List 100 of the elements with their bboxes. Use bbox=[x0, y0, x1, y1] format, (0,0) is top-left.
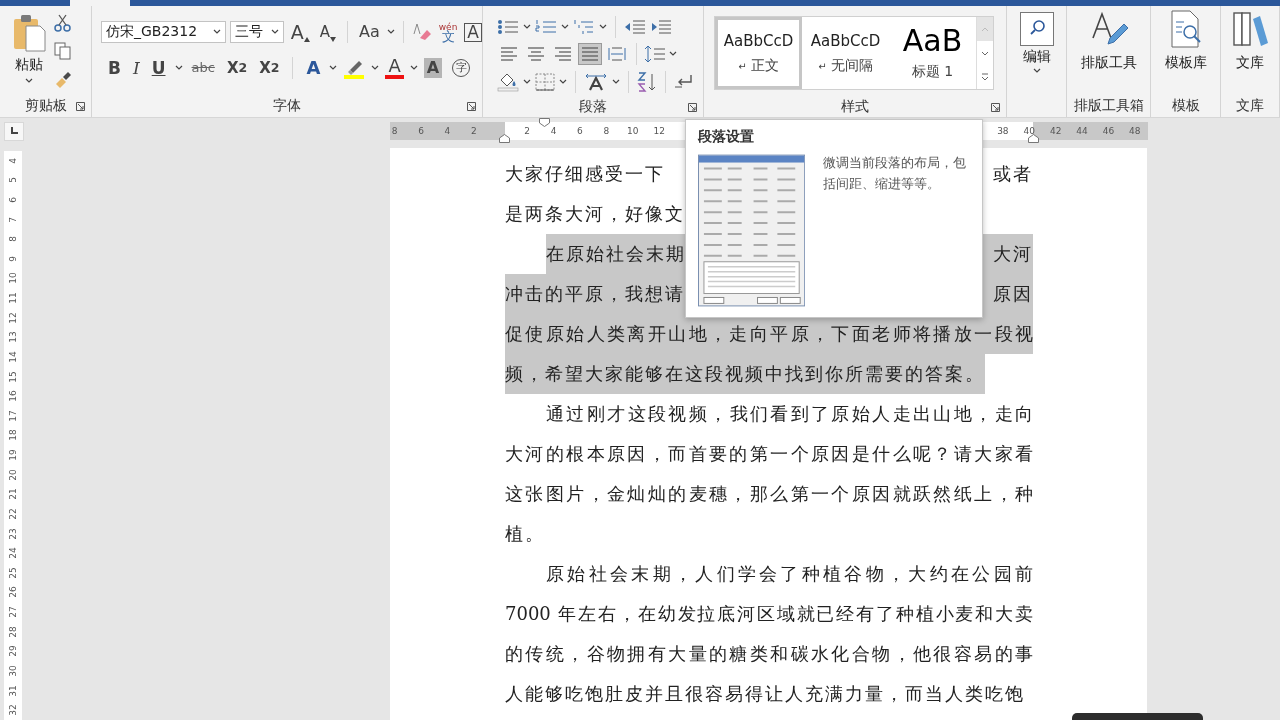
ruler-number: 6 bbox=[576, 126, 584, 136]
text-line: 或者 bbox=[993, 162, 1033, 186]
ruler-number: 2 bbox=[469, 126, 478, 136]
brush-icon[interactable] bbox=[54, 70, 72, 88]
line-spacing-icon[interactable] bbox=[644, 45, 666, 63]
ruler-number: 38 bbox=[996, 126, 1010, 136]
caret-up-icon bbox=[303, 37, 310, 42]
increase-indent-icon[interactable] bbox=[650, 19, 672, 35]
font-size-value: 三号 bbox=[234, 23, 263, 41]
ruler-number: 23 bbox=[8, 527, 18, 540]
group-label: 剪贴板 bbox=[24, 97, 67, 115]
decrease-indent-icon[interactable] bbox=[624, 19, 646, 35]
text-line: 原因 bbox=[993, 282, 1033, 306]
group-label: 样式 bbox=[841, 97, 869, 116]
text-line: 的传统，谷物拥有大量的糖类和碳水化合物，他很容易的事 bbox=[505, 642, 1033, 666]
dialog-launcher-icon[interactable] bbox=[76, 102, 85, 111]
change-case-button[interactable]: Aa bbox=[356, 22, 383, 42]
ruler-number: 28 bbox=[8, 625, 18, 638]
multilevel-list-icon[interactable] bbox=[573, 19, 595, 35]
style-name: 无间隔 bbox=[830, 57, 873, 75]
text-line: 大家仔细感受一下 bbox=[505, 162, 665, 186]
ruler-number: 21 bbox=[8, 488, 18, 501]
align-center-icon bbox=[527, 46, 545, 62]
tooltip-title: 段落设置 bbox=[698, 128, 755, 146]
font-color-button[interactable]: A bbox=[385, 57, 404, 79]
ruler-number: 22 bbox=[8, 508, 18, 520]
library-button[interactable]: 文库 bbox=[1232, 6, 1268, 95]
underline-button[interactable]: U bbox=[148, 58, 169, 78]
grow-font-button[interactable]: A bbox=[287, 22, 313, 42]
right-indent-marker[interactable] bbox=[1028, 134, 1039, 143]
text-line: 原始社会末期，人们学会了种植谷物，大约在公园前 bbox=[546, 562, 1033, 586]
ruler-number: 25 bbox=[8, 567, 18, 579]
ruler-number: 2 bbox=[523, 126, 532, 136]
tab-stop-selector[interactable] bbox=[4, 122, 24, 141]
copy-icon[interactable] bbox=[54, 42, 72, 60]
text-line: 人能够吃饱肚皮并且很容易得让人充满力量，而当人类吃饱 bbox=[505, 683, 1025, 704]
ruler-number: 48 bbox=[1128, 126, 1142, 136]
ruler-number: 4 bbox=[8, 157, 18, 164]
group-label: 排版工具箱 bbox=[1073, 97, 1144, 115]
ruler-number: 18 bbox=[8, 429, 18, 442]
shrink-font-button[interactable]: A bbox=[316, 22, 340, 42]
ruler-number: 6 bbox=[8, 197, 18, 203]
style-name: 标题 1 bbox=[911, 63, 954, 81]
text-effects-button[interactable]: A bbox=[303, 58, 324, 78]
template-library-button[interactable]: 模板库 bbox=[1164, 6, 1207, 95]
style-item[interactable]: AaB 标题 1 bbox=[889, 17, 976, 89]
typeset-tools-button[interactable]: 排版工具 bbox=[1080, 6, 1137, 95]
ruler-number: 8 bbox=[390, 126, 399, 136]
ruler-number: 31 bbox=[8, 684, 18, 697]
font-name-field[interactable]: 仿宋_GB2312 bbox=[101, 21, 226, 43]
ruler-number: 4 bbox=[443, 126, 452, 136]
style-item[interactable]: AaBbCcD ↵ 正文 bbox=[715, 17, 802, 89]
clipboard-icon bbox=[12, 14, 46, 52]
ruler-number: 8 bbox=[8, 236, 18, 243]
ruler-number: 12 bbox=[8, 311, 18, 324]
text-line: 大河的根本原因，而首要的第一个原因是什么呢？请大家看 bbox=[505, 442, 1033, 466]
text-line: 7000 年左右，在幼发拉底河区域就已经有了种植小麦和大卖 bbox=[505, 602, 1033, 626]
character-shading-button[interactable]: A bbox=[423, 58, 443, 78]
sort-icon[interactable] bbox=[637, 72, 657, 92]
font-size-field[interactable]: 三号 bbox=[229, 21, 284, 43]
text-direction-icon[interactable] bbox=[584, 73, 608, 91]
group-label: 段落 bbox=[579, 97, 607, 116]
ruler-number: 10 bbox=[8, 272, 18, 285]
italic-button[interactable]: I bbox=[129, 58, 143, 78]
ruler-number: 5 bbox=[8, 177, 18, 184]
dialog-launcher-icon[interactable] bbox=[991, 103, 1000, 112]
ruler-number: 46 bbox=[1101, 126, 1116, 136]
hanging-indent-marker[interactable] bbox=[499, 134, 510, 143]
search-icon bbox=[1019, 12, 1054, 46]
style-preview: AaBbCcD bbox=[810, 31, 881, 51]
ruler-number: 16 bbox=[8, 390, 18, 402]
bulleted-list-icon[interactable] bbox=[497, 19, 519, 35]
editing-button[interactable]: 编辑 bbox=[1019, 12, 1054, 74]
phonetic-guide-button[interactable]: wén 文 bbox=[435, 22, 461, 42]
paste-button[interactable]: 粘贴 bbox=[12, 6, 46, 95]
return-arrow-icon[interactable] bbox=[674, 73, 694, 91]
text-line: 在原始社会末期 bbox=[546, 242, 686, 266]
style-item[interactable]: AaBbCcD ↵ 无间隔 bbox=[802, 17, 889, 89]
paint-bucket-icon[interactable] bbox=[497, 72, 519, 92]
ruler-number: 20 bbox=[8, 468, 18, 481]
justify-icon bbox=[581, 46, 599, 62]
scissors-icon[interactable] bbox=[54, 14, 72, 32]
ruler-number: 42 bbox=[1048, 126, 1063, 136]
character-border-button[interactable]: A bbox=[464, 22, 482, 42]
ruler-number: 30 bbox=[8, 665, 18, 677]
ruler-number: 24 bbox=[8, 547, 18, 559]
ruler-number: 40 bbox=[1022, 126, 1036, 136]
text-line: 通过刚才这段视频，我们看到了原始人走出山地，走向 bbox=[546, 402, 1033, 426]
dialog-launcher-icon[interactable] bbox=[467, 102, 476, 111]
dialog-launcher-icon[interactable] bbox=[688, 103, 697, 112]
style-name: 正文 bbox=[750, 57, 779, 75]
strikethrough-button[interactable]: abc bbox=[188, 58, 218, 78]
ruler-number: 44 bbox=[1075, 126, 1089, 136]
group-label: 字体 bbox=[273, 97, 301, 115]
text-line: 这张图片，金灿灿的麦穗，那么第一个原因就跃然纸上，种 bbox=[505, 482, 1033, 506]
caret-down-icon bbox=[330, 37, 337, 42]
text-line: 植。 bbox=[505, 523, 545, 544]
paragraph-mark: ↵ bbox=[818, 60, 827, 72]
bold-button[interactable]: B bbox=[105, 58, 124, 78]
tooltip-description: 微调当前段落的布局，包括间距、缩进等等。 bbox=[823, 154, 968, 193]
